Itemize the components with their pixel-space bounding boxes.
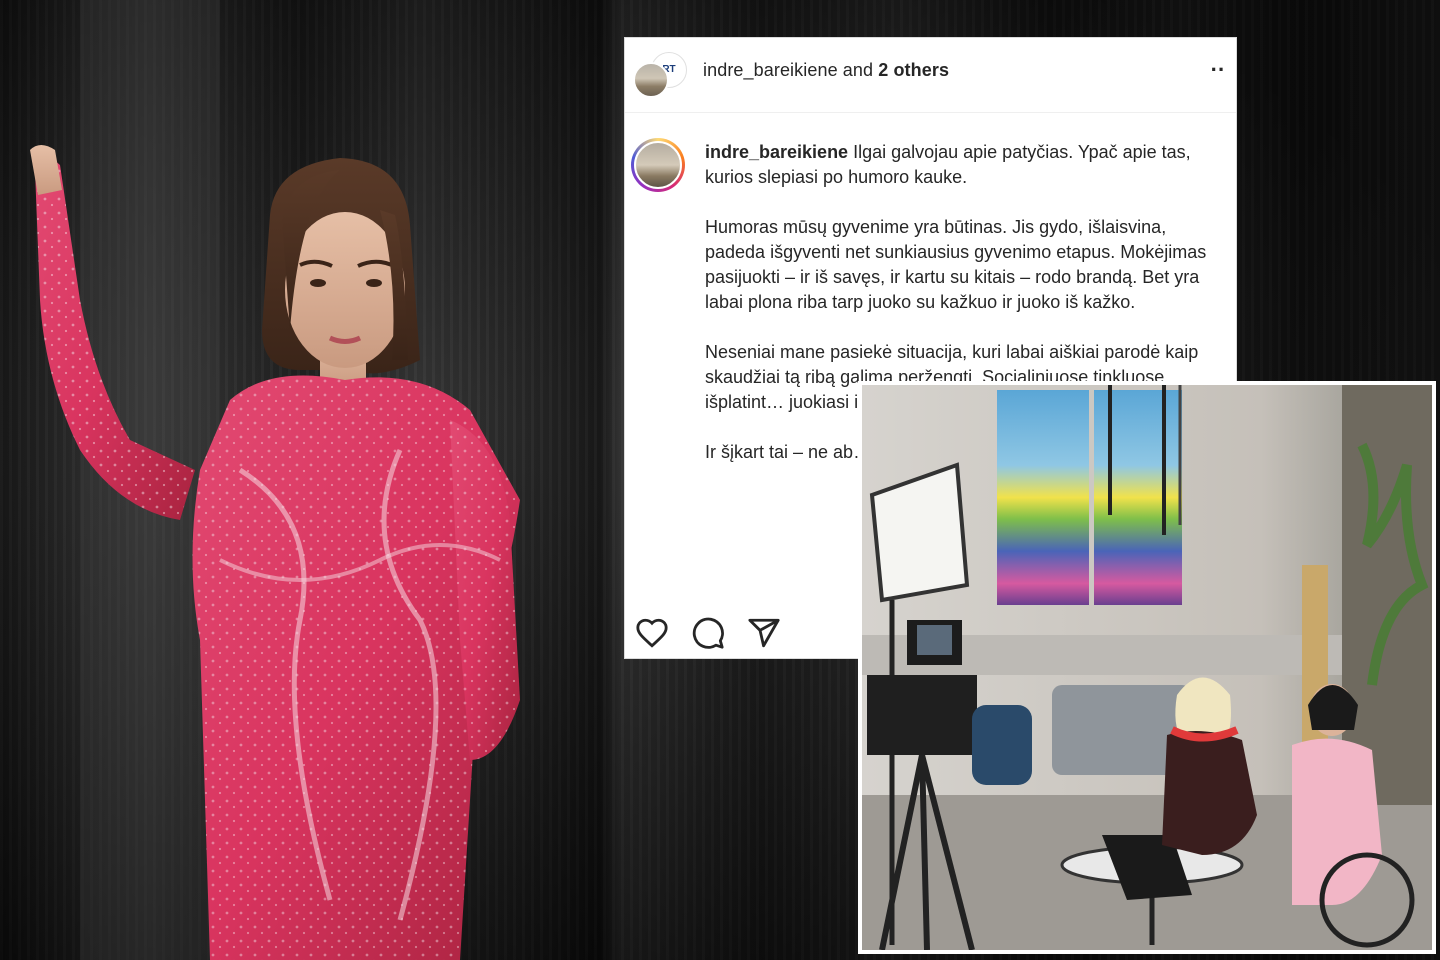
portrait-photo [30, 0, 520, 960]
header-usernames[interactable]: indre_bareikiene and 2 others [703, 60, 949, 81]
user-avatar[interactable] [633, 62, 669, 98]
painting-left [997, 390, 1089, 605]
caption-username[interactable]: indre_bareikiene [705, 142, 848, 162]
caption-paragraph: indre_bareikiene Ilgai galvojau apie pat… [705, 142, 1191, 187]
tv-camera [867, 675, 977, 755]
collage: RT indre_bareikiene and 2 others ·· indr… [0, 0, 1440, 960]
presenter-dress [1162, 731, 1257, 855]
post-header: RT indre_bareikiene and 2 others ·· [625, 38, 1236, 113]
caption-avatar-image [634, 141, 682, 189]
hand-shape [30, 145, 62, 195]
studio-photo [858, 381, 1436, 954]
comment-bubble-icon[interactable] [691, 616, 725, 650]
caption-paragraph: Humoras mūsų gyvenime yra būtinas. Jis g… [705, 217, 1207, 312]
caption-avatar[interactable] [631, 138, 685, 192]
header-username[interactable]: indre_bareikiene [703, 60, 838, 80]
header-others-link[interactable]: 2 others [878, 60, 949, 80]
paper-plane-icon[interactable] [747, 616, 781, 650]
guest-dress [1292, 738, 1382, 905]
header-and-text: and [837, 60, 879, 80]
more-dots-icon[interactable]: ·· [1208, 59, 1228, 82]
collab-avatars[interactable]: RT [631, 52, 687, 98]
heart-icon[interactable] [635, 616, 669, 650]
painting-right [1094, 390, 1182, 605]
